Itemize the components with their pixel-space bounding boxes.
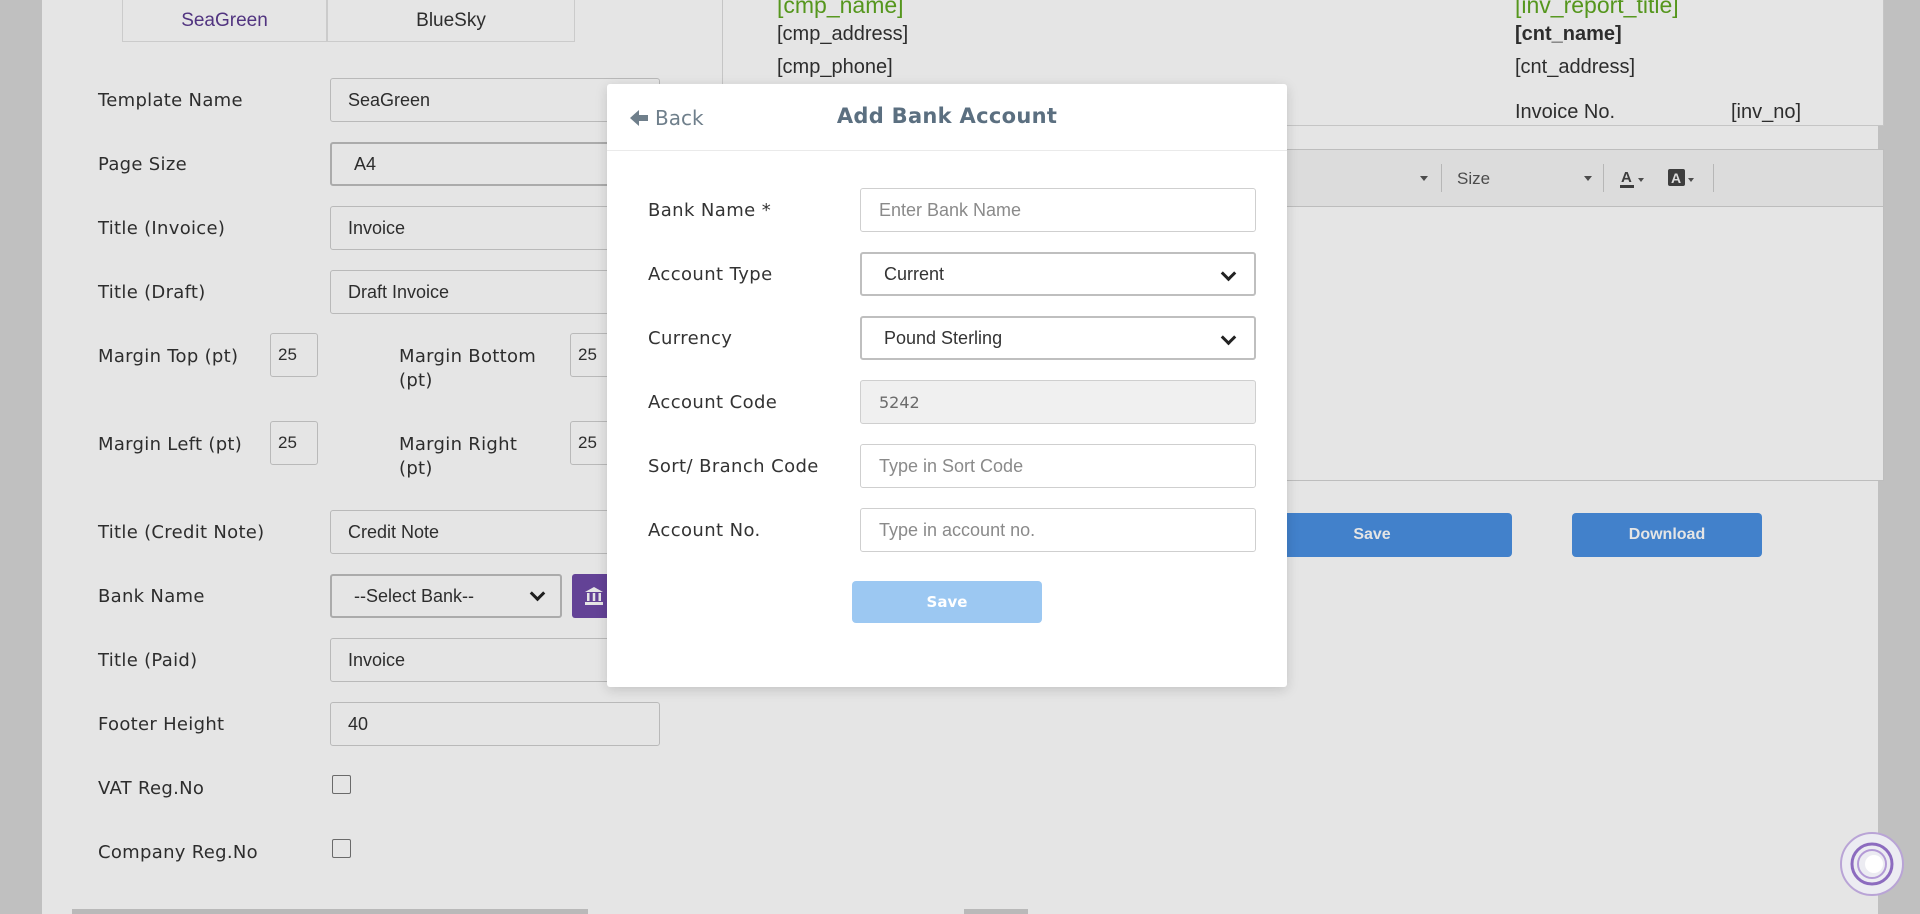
sort-code-label: Sort/ Branch Code [648, 456, 819, 477]
modal-header: Back Add Bank Account [607, 84, 1287, 151]
account-code-label: Account Code [648, 392, 778, 413]
account-type-value: Current [884, 263, 945, 284]
modal-save-button[interactable]: Save [852, 581, 1042, 623]
chevron-down-icon [1220, 329, 1237, 346]
chevron-down-icon [1220, 265, 1237, 282]
currency-value: Pound Sterling [884, 327, 1003, 348]
account-code-field: 5242 [860, 380, 1256, 424]
bank-name-field[interactable]: Enter Bank Name [860, 188, 1256, 232]
account-no-field[interactable]: Type in account no. [860, 508, 1256, 552]
currency-label: Currency [648, 328, 733, 349]
account-type-label: Account Type [648, 264, 773, 285]
bank-name-field-label: Bank Name * [648, 200, 772, 221]
sort-code-field[interactable]: Type in Sort Code [860, 444, 1256, 488]
account-type-select[interactable]: Current [860, 252, 1256, 296]
currency-select[interactable]: Pound Sterling [860, 316, 1256, 360]
add-bank-account-modal: Back Add Bank Account Bank Name * Enter … [607, 84, 1287, 687]
chat-icon [1850, 842, 1894, 886]
modal-title: Add Bank Account [836, 104, 1058, 128]
chat-widget-button[interactable] [1840, 832, 1904, 896]
account-no-label: Account No. [648, 520, 761, 541]
